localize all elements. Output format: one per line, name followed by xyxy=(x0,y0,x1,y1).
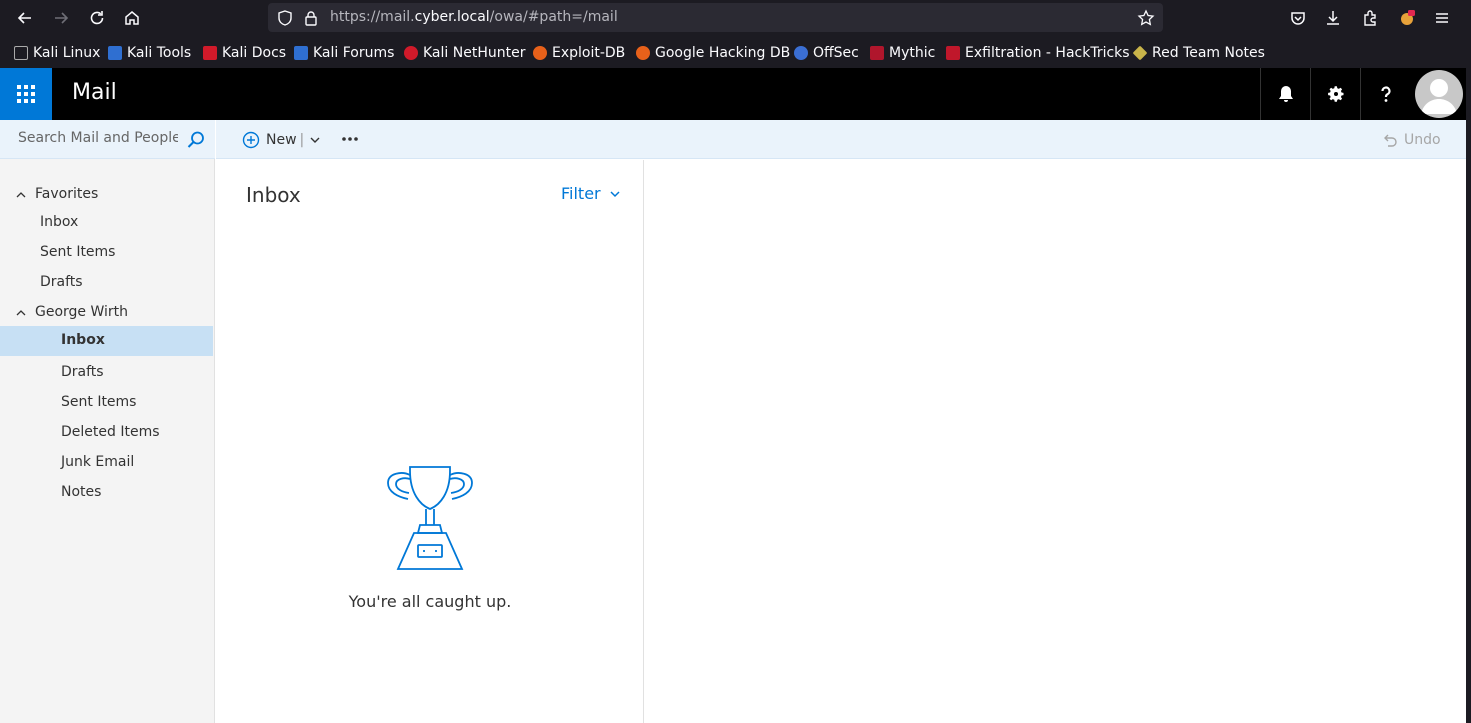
message-list: Inbox Filter You're all caught up. xyxy=(216,160,644,723)
search-input[interactable] xyxy=(18,130,178,146)
reading-pane xyxy=(645,160,1466,723)
bookmark-kali-linux[interactable]: Kali Linux xyxy=(14,44,100,62)
waffle-icon xyxy=(17,85,35,103)
app-launcher-button[interactable] xyxy=(0,68,52,120)
new-message-button[interactable]: New | xyxy=(242,129,320,151)
owa-header: Mail xyxy=(0,68,1471,120)
gear-icon xyxy=(1327,86,1343,102)
kali-docs-icon xyxy=(203,46,217,60)
filter-button[interactable]: Filter xyxy=(561,184,620,203)
folder-item-sent-items[interactable]: Sent Items xyxy=(0,388,213,418)
shield-icon[interactable] xyxy=(276,9,294,27)
folder-item-deleted-items[interactable]: Deleted Items xyxy=(0,418,213,448)
bookmark-exploit-db[interactable]: Exploit-DB xyxy=(533,44,625,62)
bookmark-google-hacking-db[interactable]: Google Hacking DB xyxy=(636,44,790,62)
question-mark-icon xyxy=(1380,86,1391,102)
bookmark-kali-nethunter[interactable]: Kali NetHunter xyxy=(404,44,525,62)
nethunter-icon xyxy=(404,46,418,60)
reload-icon[interactable] xyxy=(85,6,109,30)
folder-item-notes[interactable]: Notes xyxy=(0,478,213,508)
search-box[interactable] xyxy=(0,120,215,159)
list-title: Inbox xyxy=(246,183,301,207)
bookmark-kali-forums[interactable]: Kali Forums xyxy=(294,44,394,62)
chevron-up-icon xyxy=(16,310,26,316)
home-icon[interactable] xyxy=(120,6,144,30)
favorites-group-header[interactable]: Favorites xyxy=(0,181,213,209)
notifications-button[interactable] xyxy=(1260,68,1310,120)
chevron-down-icon xyxy=(610,190,620,197)
bookmark-star-icon[interactable] xyxy=(1137,9,1155,27)
more-options-icon[interactable] xyxy=(340,130,360,148)
bookmark-mythic[interactable]: Mythic xyxy=(870,44,935,62)
url-text[interactable]: https://mail.cyber.local/owa/#path=/mail xyxy=(330,9,618,25)
avatar[interactable] xyxy=(1415,70,1463,118)
forward-arrow-icon[interactable] xyxy=(49,6,73,30)
favorite-item-inbox[interactable]: Inbox xyxy=(0,208,213,238)
browser-toolbar: https://mail.cyber.local/owa/#path=/mail xyxy=(0,0,1471,36)
exploit-db-icon xyxy=(533,46,547,60)
hacktricks-icon xyxy=(946,46,960,60)
account-group-header[interactable]: George Wirth xyxy=(0,299,213,327)
bookmark-kali-docs[interactable]: Kali Docs xyxy=(203,44,286,62)
bookmarks-toolbar: Kali Linux Kali Tools Kali Docs Kali For… xyxy=(0,36,1471,68)
bookmark-offsec[interactable]: OffSec xyxy=(794,44,859,62)
help-button[interactable] xyxy=(1360,68,1410,120)
lock-icon[interactable] xyxy=(302,9,320,27)
bookmark-red-team-notes[interactable]: Red Team Notes xyxy=(1132,44,1265,62)
undo-button[interactable]: Undo xyxy=(1382,130,1441,150)
chevron-down-icon[interactable] xyxy=(310,135,320,145)
offsec-icon xyxy=(794,46,808,60)
kali-dragon-icon xyxy=(14,46,28,60)
window-edge xyxy=(1466,68,1471,723)
command-bar: New | Undo xyxy=(216,120,1466,159)
favorite-item-sent-items[interactable]: Sent Items xyxy=(0,238,213,268)
hamburger-menu-icon[interactable] xyxy=(1430,6,1454,30)
profile-extension-icon[interactable] xyxy=(1395,6,1419,30)
bell-icon xyxy=(1278,86,1293,102)
extensions-icon[interactable] xyxy=(1358,6,1382,30)
address-bar[interactable]: https://mail.cyber.local/owa/#path=/mail xyxy=(268,3,1163,32)
user-silhouette-icon xyxy=(1421,79,1457,114)
plus-circle-icon xyxy=(242,131,260,149)
empty-state-message: You're all caught up. xyxy=(348,592,512,611)
undo-icon xyxy=(1384,134,1397,147)
pocket-icon[interactable] xyxy=(1286,6,1310,30)
search-icon[interactable] xyxy=(186,130,206,150)
downloads-icon[interactable] xyxy=(1321,6,1345,30)
folder-pane: Favorites Inbox Sent Items Drafts George… xyxy=(0,120,215,723)
folder-item-drafts[interactable]: Drafts xyxy=(0,358,213,388)
split-divider: | xyxy=(299,132,305,148)
back-arrow-icon[interactable] xyxy=(13,6,37,30)
kali-forums-icon xyxy=(294,46,308,60)
app-title: Mail xyxy=(72,80,117,105)
kali-tools-icon xyxy=(108,46,122,60)
bookmark-kali-tools[interactable]: Kali Tools xyxy=(108,44,191,62)
folder-item-inbox[interactable]: Inbox xyxy=(0,326,213,356)
bookmark-hacktricks[interactable]: Exfiltration - HackTricks xyxy=(946,44,1130,62)
settings-button[interactable] xyxy=(1310,68,1360,120)
trophy-icon xyxy=(387,466,473,570)
ghdb-icon xyxy=(636,46,650,60)
red-team-notes-icon xyxy=(1132,45,1148,61)
favorite-item-drafts[interactable]: Drafts xyxy=(0,268,213,298)
folder-item-junk-email[interactable]: Junk Email xyxy=(0,448,213,478)
chevron-up-icon xyxy=(16,192,26,198)
mythic-icon xyxy=(870,46,884,60)
